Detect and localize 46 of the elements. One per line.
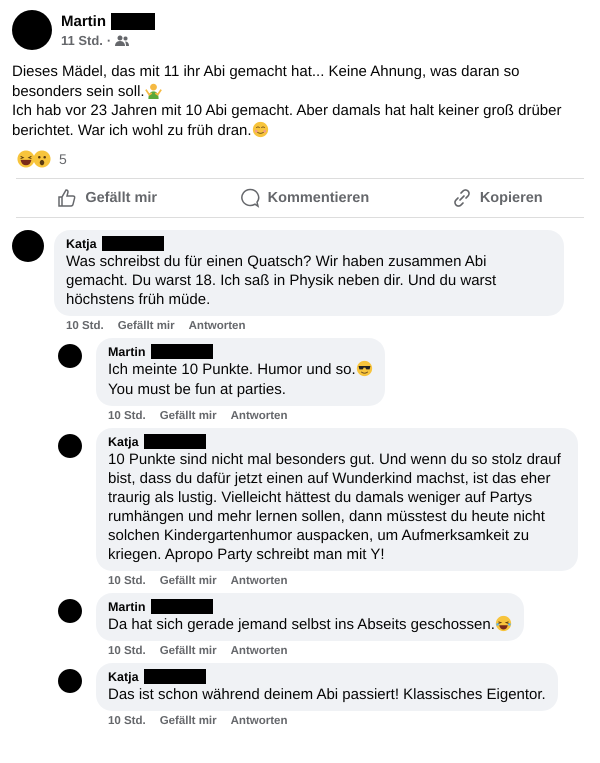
commenter-name[interactable]: Martin xyxy=(108,600,146,614)
reaction-count[interactable]: 5 xyxy=(59,151,67,167)
comment-text: Was schreibst du für einen Quatsch? Wir haben zusammen Abi gemacht. Du warst 18. Ich saß in Physik neben dir. Und du warst höchstens früh müde. xyxy=(66,252,498,309)
like-button[interactable]: Gefällt mir xyxy=(49,185,166,211)
commenter-name[interactable]: Katja xyxy=(108,434,139,448)
surprised-face-icon[interactable] xyxy=(33,150,51,168)
post-text: Dieses Mädel, das mit 11 ihr Abi gemacht hat... Keine Ahnung, was daran so besonders sein soll. xyxy=(12,62,521,101)
comment-text: Das ist schon während deinem Abi passiert! Klassisches Eigentor. xyxy=(108,686,546,703)
reply-link[interactable]: Antworten xyxy=(230,645,288,657)
avatar[interactable] xyxy=(58,434,82,458)
copy-button[interactable]: Kopieren xyxy=(444,185,551,211)
comment-text: You must be fun at parties. xyxy=(108,381,286,398)
reply-link[interactable]: Antworten xyxy=(188,320,246,332)
commenter-name[interactable]: Katja xyxy=(66,236,97,250)
reply-link[interactable]: Antworten xyxy=(230,715,288,727)
commenter-name[interactable]: Katja xyxy=(108,670,139,684)
laughing-face-icon[interactable] xyxy=(17,150,35,168)
avatar[interactable] xyxy=(58,344,82,368)
like-link[interactable]: Gefällt mir xyxy=(160,575,217,587)
author-name[interactable]: Martin xyxy=(61,12,106,30)
like-link[interactable]: Gefällt mir xyxy=(118,320,175,332)
thumbs-up-icon xyxy=(57,188,78,208)
reply-link[interactable]: Antworten xyxy=(230,575,288,587)
post-time[interactable]: 11 Std. xyxy=(61,32,103,48)
comment-time[interactable]: 10 Std. xyxy=(108,410,146,422)
avatar[interactable] xyxy=(12,230,44,262)
comment-time[interactable]: 10 Std. xyxy=(108,575,146,587)
comment-time[interactable]: 10 Std. xyxy=(108,715,146,727)
link-icon xyxy=(452,188,472,208)
avatar[interactable] xyxy=(58,669,82,693)
reply-link[interactable]: Antworten xyxy=(230,410,288,422)
separator-dot: · xyxy=(106,32,112,48)
avatar[interactable] xyxy=(58,599,82,623)
comment-text: 10 Punkte sind nicht mal besonders gut. Und wenn du so stolz drauf bist, dass du dafür jetzt einen auf Wunderkind machst, ist das eher traurig als lustig. Vielleicht hättest du damals weniger auf Partys rumhängen und mehr lernen sollen, dann müsstest du heute nicht solchen Kindergartenhumor auspacken, um Aufmerksamkeit zu kriegen. Apropo Party schreibt man mit Y! xyxy=(108,451,561,563)
commenter-name[interactable]: Martin xyxy=(108,344,146,358)
comment-button[interactable]: Kommentieren xyxy=(232,185,378,211)
like-link[interactable]: Gefällt mir xyxy=(160,645,217,657)
comment-time[interactable]: 10 Std. xyxy=(108,645,146,657)
avatar[interactable] xyxy=(12,10,52,50)
post-text: Ich hab vor 23 Jahren mit 10 Abi gemacht. Aber damals hat halt keiner groß drüber berichtet. War ich wohl zu früh dran. xyxy=(12,101,562,140)
like-link[interactable]: Gefällt mir xyxy=(160,410,217,422)
comment-text: Da hat sich gerade jemand selbst ins Abseits geschossen. xyxy=(108,616,495,633)
comment-time[interactable]: 10 Std. xyxy=(66,320,104,332)
comment-text: Ich meinte 10 Punkte. Humor und so. xyxy=(108,361,356,378)
comment-icon xyxy=(240,188,260,208)
like-link[interactable]: Gefällt mir xyxy=(160,715,217,727)
